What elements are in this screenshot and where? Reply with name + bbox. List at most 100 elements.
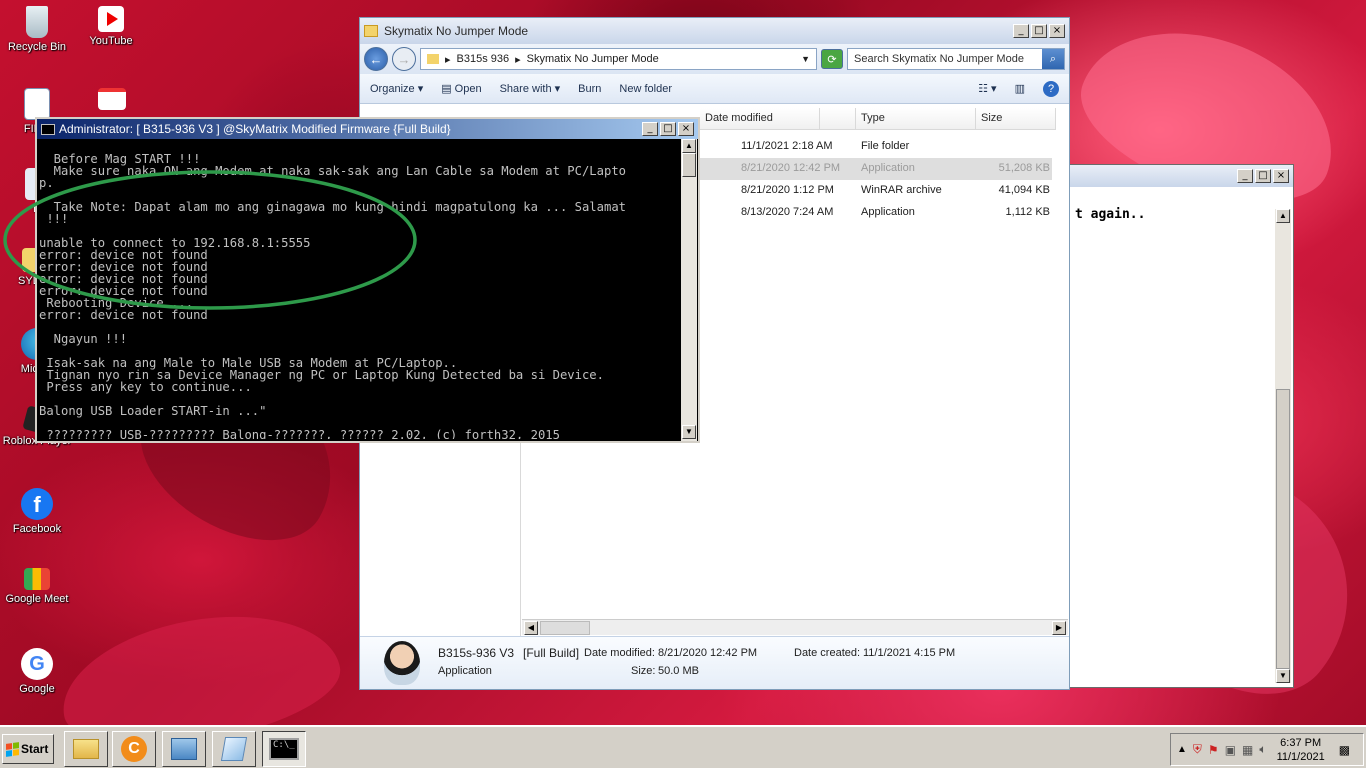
system-tray: ▲ ⛨ ⚑ ▣ ▦ 🔈︎ 6:37 PM 11/1/2021 ▩ — [1170, 733, 1364, 766]
address-bar[interactable]: ▸ B315s 936 ▸ Skymatix No Jumper Mode ▼ — [420, 48, 817, 70]
scroll-down-arrow-icon[interactable]: ▼ — [682, 425, 696, 439]
start-button[interactable]: Start — [2, 734, 54, 764]
help-icon[interactable]: ? — [1043, 80, 1059, 97]
network-status-icon[interactable]: ▦ — [1242, 743, 1253, 757]
column-header-type[interactable]: Type — [856, 108, 976, 130]
scrollbar-thumb[interactable] — [540, 621, 590, 635]
console-titlebar[interactable]: Administrator: [ B315-936 V3 ] @SkyMatri… — [37, 119, 698, 139]
share-with-menu[interactable]: Share with ▾ — [500, 82, 561, 95]
address-row: ← → ▸ B315s 936 ▸ Skymatix No Jumper Mod… — [360, 44, 1069, 74]
console-icon — [41, 123, 55, 135]
scroll-left-arrow-icon[interactable]: ◀ — [524, 621, 538, 635]
volume-icon[interactable]: 🔈︎ — [1259, 742, 1266, 757]
close-button[interactable]: × — [1049, 24, 1065, 38]
minimize-button[interactable]: _ — [1237, 169, 1253, 183]
breadcrumb-separator-icon: ▸ — [445, 53, 451, 66]
desktop-icon-youtube[interactable]: YouTube — [74, 6, 148, 47]
scroll-right-arrow-icon[interactable]: ▶ — [1052, 621, 1066, 635]
desktop-icon-google-meet[interactable]: Google Meet — [0, 568, 74, 605]
minimize-button[interactable]: _ — [642, 122, 658, 136]
taskbar-console-button[interactable]: C:\_ — [262, 731, 306, 767]
taskbar-explorer-button[interactable] — [64, 731, 108, 767]
column-header-date-modified[interactable]: Date modified — [700, 108, 820, 130]
maximize-button[interactable]: □ — [660, 122, 676, 136]
action-center-icon[interactable]: ⚑ — [1208, 743, 1219, 757]
breadcrumb-item[interactable]: B315s 936 — [457, 53, 510, 65]
google-icon: G — [21, 648, 53, 680]
ccleaner-icon: C — [121, 736, 147, 762]
taskbar-network-button[interactable] — [162, 731, 206, 767]
explorer-titlebar[interactable]: Skymatix No Jumper Mode _ □ × — [360, 18, 1069, 44]
desktop-icon-recycle-bin[interactable]: Recycle Bin — [0, 6, 74, 53]
console-title: Administrator: [ B315-936 V3 ] @SkyMatri… — [59, 122, 451, 136]
search-input[interactable]: Search Skymatix No Jumper Mode ⌕ — [847, 48, 1065, 70]
new-folder-button[interactable]: New folder — [619, 83, 672, 95]
horizontal-scrollbar[interactable]: ◀ ▶ — [522, 619, 1068, 635]
file-row-selected[interactable]: 8/21/2020 12:42 PM Application 51,208 KB — [700, 158, 1052, 180]
close-button[interactable]: × — [1273, 169, 1289, 183]
taskbar: Start C C:\_ ▲ ⛨ ⚑ ▣ ▦ 🔈︎ 6:37 PM 11/1/2… — [0, 725, 1366, 768]
forward-button[interactable]: → — [392, 47, 416, 71]
folder-icon — [364, 25, 378, 37]
search-icon[interactable]: ⌕ — [1042, 49, 1064, 69]
recycle-bin-icon — [26, 6, 48, 38]
back-button[interactable]: ← — [364, 47, 388, 71]
scroll-up-arrow-icon[interactable]: ▲ — [682, 139, 696, 153]
windows-logo-icon — [6, 741, 19, 757]
network-icon — [171, 738, 197, 760]
clock[interactable]: 6:37 PM 11/1/2021 — [1277, 736, 1325, 764]
command-bar: Organize ▾ ▤ Open Share with ▾ Burn New … — [360, 74, 1069, 104]
folder-icon — [73, 739, 99, 759]
console-icon: C:\_ — [269, 738, 299, 760]
gmail-icon — [98, 88, 126, 110]
maximize-button[interactable]: □ — [1031, 24, 1047, 38]
security-warning-icon[interactable]: ⛨ — [1193, 742, 1202, 757]
document-icon — [24, 88, 50, 120]
notepad-icon — [220, 737, 248, 761]
search-placeholder: Search Skymatix No Jumper Mode — [854, 53, 1024, 65]
folder-icon — [427, 54, 439, 64]
file-row[interactable]: 8/21/2020 1:12 PM WinRAR archive 41,094 … — [700, 180, 1052, 202]
desktop-icon-gmail[interactable] — [75, 88, 149, 113]
show-desktop-icon[interactable]: ▩ — [1339, 743, 1350, 757]
column-header-spacer — [820, 108, 856, 130]
google-meet-icon — [24, 568, 50, 590]
facebook-icon: f — [21, 488, 53, 520]
background-window-text: t again.. — [1075, 207, 1146, 222]
chevron-down-icon[interactable]: ▼ — [801, 54, 810, 64]
breadcrumb-item[interactable]: Skymatix No Jumper Mode — [527, 53, 659, 65]
burn-button[interactable]: Burn — [578, 83, 601, 95]
preview-pane-icon[interactable]: ▥ — [1015, 82, 1025, 95]
close-button[interactable]: × — [678, 122, 694, 136]
show-hidden-icons-icon[interactable]: ▲ — [1177, 744, 1187, 755]
taskbar-notepad-button[interactable] — [212, 731, 256, 767]
background-window[interactable]: _ □ × t again.. ▲ ▼ — [1068, 164, 1294, 688]
refresh-button[interactable]: ⟳ — [821, 49, 843, 69]
desktop-icon-facebook[interactable]: f Facebook — [0, 488, 74, 535]
taskbar-ccleaner-button[interactable]: C — [112, 731, 156, 767]
console-scrollbar[interactable]: ▲ ▼ — [681, 139, 697, 441]
maximize-button[interactable]: □ — [1255, 169, 1271, 183]
file-row[interactable]: 8/13/2020 7:24 AM Application 1,112 KB — [700, 202, 1052, 224]
file-thumbnail-avatar — [384, 641, 420, 685]
annotation-ellipse — [3, 170, 417, 310]
device-icon[interactable]: ▣ — [1225, 743, 1236, 757]
background-window-scrollbar[interactable]: ▲ ▼ — [1275, 209, 1291, 683]
view-options-icon[interactable]: ☷ ▾ — [978, 82, 996, 95]
open-button[interactable]: ▤ Open — [441, 82, 481, 95]
column-header-size[interactable]: Size — [976, 108, 1056, 130]
file-row[interactable]: 11/1/2021 2:18 AM File folder — [700, 136, 1052, 158]
breadcrumb-separator-icon: ▸ — [515, 53, 521, 66]
annotation-circle — [3, 170, 417, 310]
details-pane: B315s-936 V3 [Full Build] Date modified:… — [360, 636, 1069, 689]
minimize-button[interactable]: _ — [1013, 24, 1029, 38]
organize-menu[interactable]: Organize ▾ — [370, 82, 423, 95]
explorer-title: Skymatix No Jumper Mode — [384, 24, 529, 38]
scrollbar-thumb[interactable] — [682, 153, 696, 177]
desktop-icon-google[interactable]: G Google — [0, 648, 74, 695]
background-window-titlebar[interactable]: _ □ × — [1069, 165, 1293, 187]
scroll-up-arrow-icon[interactable]: ▲ — [1276, 209, 1290, 223]
scrollbar-thumb[interactable] — [1276, 389, 1290, 669]
youtube-icon — [98, 6, 124, 32]
scroll-down-arrow-icon[interactable]: ▼ — [1276, 669, 1290, 683]
